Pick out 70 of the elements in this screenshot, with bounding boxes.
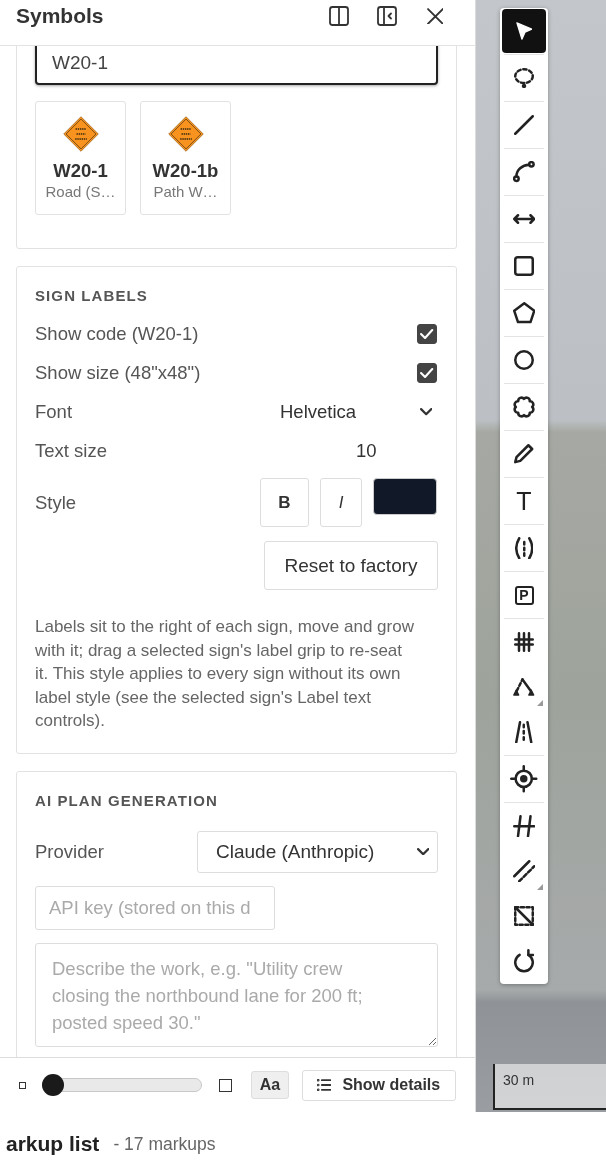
curve-icon [513,161,535,183]
checkmark-icon [420,328,434,340]
symbol-search-field[interactable]: W20-1 [35,46,438,85]
select-tool-button[interactable] [502,9,546,53]
checkmark-icon [420,367,434,379]
setting-label: Show size (48"x48") [35,362,202,384]
pencil-icon [514,444,534,464]
chevron-down-icon [416,847,429,856]
warning-diamond-icon [62,116,99,152]
reset-button[interactable]: Reset to factory [264,541,438,590]
cursor-arrow-icon [515,22,533,40]
hash-grid-icon [514,632,534,652]
double-diagonal-icon [512,859,536,883]
setting-label: Show code (W20-1) [35,323,200,345]
setting-label: Text size [35,440,108,462]
parking-glyph: P [514,585,534,605]
zoom-slider[interactable] [42,1074,202,1096]
symbol-tile[interactable]: W20-1b Path W… [140,101,231,215]
crosshair-icon [510,765,538,793]
show-details-button[interactable]: Show details [302,1069,456,1101]
section-heading: SIGN LABELS [35,286,149,306]
list-icon [317,1079,332,1091]
panel-title: Symbols [16,3,105,29]
rotate-arrow-icon [514,948,534,974]
dashed-square-icon [514,906,534,926]
checkbox[interactable] [417,363,437,383]
checkbox[interactable] [417,324,437,344]
sidebar-chevron-icon [377,6,397,26]
bold-button[interactable]: B [260,478,309,527]
slider-thumb[interactable] [42,1074,64,1096]
markup-list-title[interactable]: arkup list [6,1132,100,1156]
setting-label: Font [35,401,74,423]
pentagon-icon [512,302,536,324]
provider-label: Provider [35,840,104,863]
font-select[interactable]: Helvetica [260,396,438,428]
markup-count: - 17 markups [113,1133,216,1155]
text-size-field[interactable]: 10 [260,435,438,467]
color-swatch-icon[interactable] [373,478,437,515]
symbol-tile[interactable]: W20-1 Road (S… [35,101,126,215]
crossing-lines-icon [512,814,536,838]
scale-bar: 30 m [493,1064,606,1110]
polyline-icon [513,678,535,696]
lane-brackets-icon [514,536,534,560]
setting-label: Style [35,491,78,514]
symbol-code: W20-1b [152,161,219,181]
chevron-down-icon [419,408,432,416]
provider-select[interactable]: Claude (Anthropic) [197,830,438,873]
font-size-button[interactable]: Aa [251,1071,289,1099]
cloud-shape-icon [512,395,536,419]
close-icon [426,7,444,25]
section-heading: AI PLAN GENERATION [35,790,219,811]
double-arrow-icon [512,214,536,224]
help-text: Labels sit to the right of each sign, move and grow with it; drag a selected sign's label grip to re-seat it. This style applies to every sign without its own label style (see the selected sign's Label text controls). [35,616,415,732]
symbol-code: W20-1 [53,161,108,181]
work-description-field[interactable]: Describe the work, e.g. "Utility crew closing the northbound lane for 200 ft; posted speed 30." [35,942,438,1047]
symbol-name: Path W… [153,182,218,202]
circle-icon [514,350,534,370]
text-tool-button[interactable]: T [502,479,546,523]
large-square-icon [219,1078,232,1092]
api-key-field[interactable]: API key (stored on this d [35,885,275,930]
parking-tool-button[interactable]: P [502,573,546,617]
square-icon [514,256,534,276]
small-square-icon [19,1081,26,1089]
diagonal-line-icon [514,115,534,135]
warning-diamond-icon [167,116,204,152]
italic-button[interactable]: I [320,478,362,527]
lasso-icon [514,67,534,89]
two-panes-icon [329,6,349,26]
road-icon [515,720,533,744]
symbol-name: Road (S… [45,182,116,202]
